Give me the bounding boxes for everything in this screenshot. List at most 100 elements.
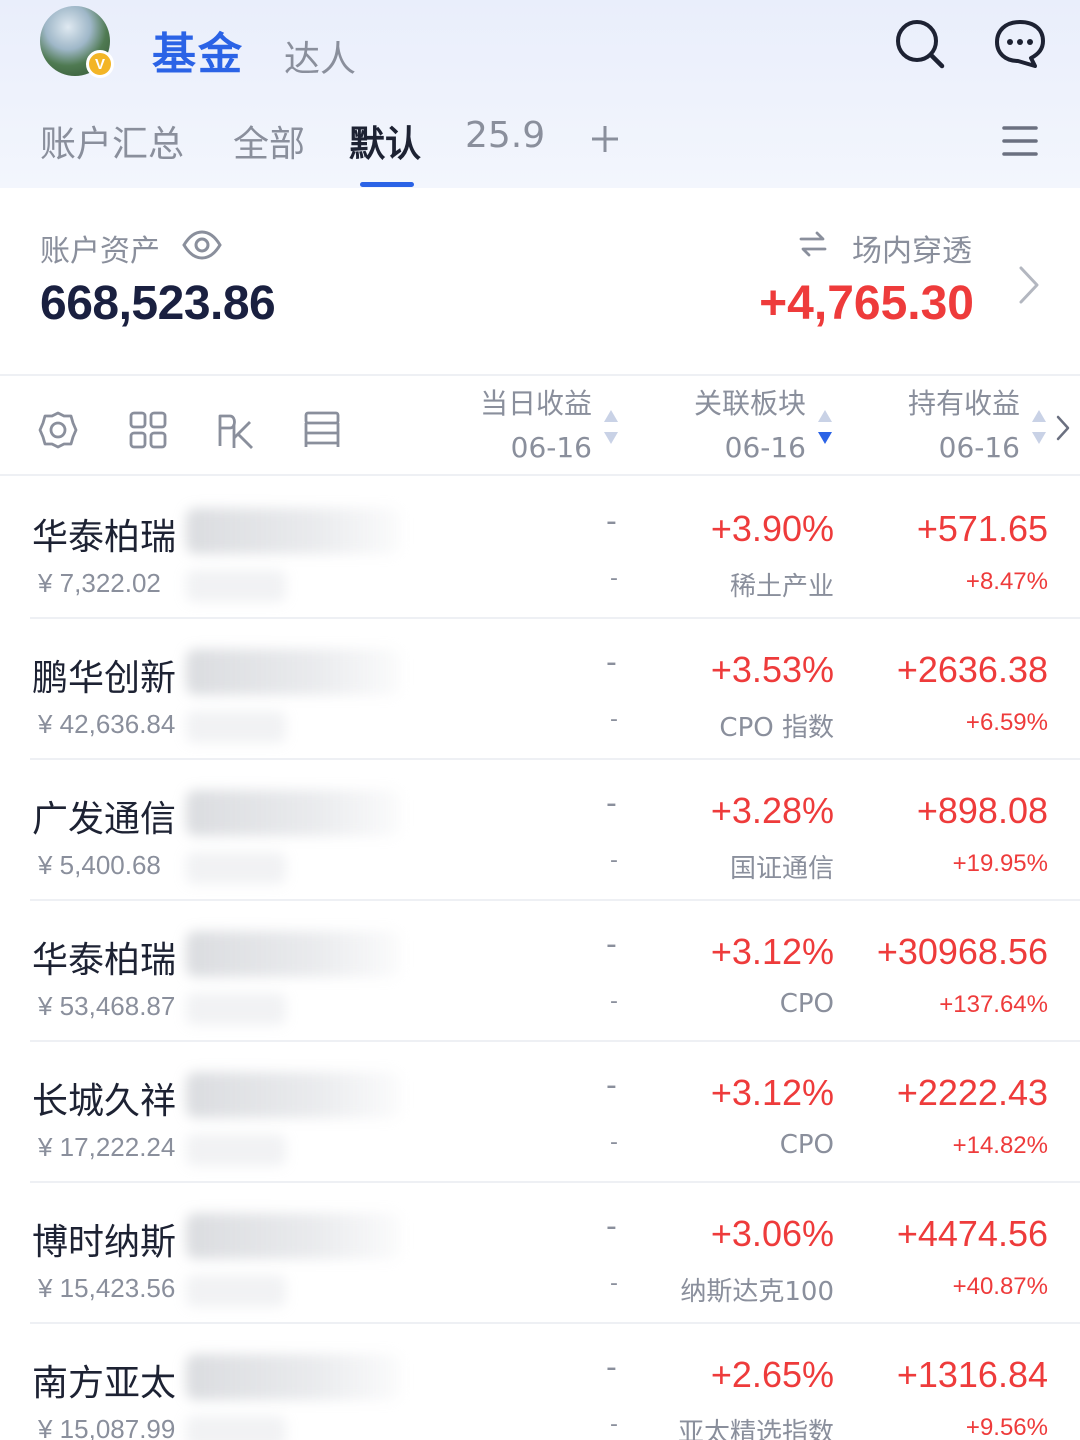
fund-amount: ¥ 53,468.87 bbox=[38, 991, 176, 1021]
sort-icon[interactable] bbox=[602, 408, 620, 448]
fund-name: 博时纳斯 bbox=[32, 1222, 177, 1263]
tab-group-25-9[interactable]: 25.9 bbox=[465, 115, 545, 156]
holding-profit-rate: +40.87% bbox=[952, 1273, 1048, 1300]
tab-account-summary[interactable]: 账户汇总 bbox=[40, 115, 184, 167]
sector-name[interactable]: 纳斯达克100 bbox=[680, 1271, 834, 1308]
fund-name-blurred bbox=[186, 790, 401, 836]
swap-icon[interactable] bbox=[798, 230, 828, 258]
daily-profit-sub: - bbox=[610, 566, 618, 591]
tab-all[interactable]: 全部 bbox=[233, 115, 305, 167]
fund-row[interactable]: 华泰柏瑞 ¥ 53,468.87 - - +3.12% CPO +30968.56 +137.… bbox=[0, 901, 1080, 1042]
sort-icon[interactable] bbox=[1030, 408, 1048, 448]
fund-name: 华泰柏瑞 bbox=[32, 940, 177, 981]
search-icon[interactable] bbox=[890, 14, 950, 74]
holding-profit: +2636.38 bbox=[896, 649, 1048, 690]
fund-name: 鹏华创新 bbox=[32, 658, 177, 699]
sector-name[interactable]: 国证通信 bbox=[730, 848, 834, 885]
daily-profit: - bbox=[606, 1068, 617, 1103]
daily-profit: - bbox=[606, 786, 617, 821]
fund-amount-blurred bbox=[186, 1134, 286, 1166]
holding-profit-date: 06-16 bbox=[938, 431, 1020, 464]
add-group-icon[interactable] bbox=[590, 124, 620, 154]
fund-amount-blurred bbox=[186, 1275, 286, 1307]
sector-name[interactable]: CPO 指数 bbox=[719, 707, 834, 744]
daily-profit-header[interactable]: 当日收益 06-16 bbox=[480, 382, 592, 470]
daily-profit: - bbox=[606, 927, 617, 962]
sector-name[interactable]: 亚太精选指数 bbox=[678, 1412, 834, 1440]
tab-default[interactable]: 默认 bbox=[349, 115, 421, 167]
sort-desc-icon[interactable] bbox=[816, 408, 834, 448]
holding-profit-rate: +14.82% bbox=[952, 1132, 1048, 1159]
sector-name[interactable]: CPO bbox=[780, 989, 834, 1019]
holding-profit-rate: +6.59% bbox=[965, 709, 1048, 736]
daily-profit: - bbox=[606, 645, 617, 680]
sector-date: 06-16 bbox=[724, 431, 806, 464]
sector-change: +3.90% bbox=[710, 508, 834, 549]
holding-profit-rate: +137.64% bbox=[939, 991, 1048, 1018]
sector-change: +2.65% bbox=[710, 1354, 834, 1395]
sector-change: +3.53% bbox=[710, 649, 834, 690]
sector-change: +3.28% bbox=[710, 790, 834, 831]
fund-name: 长城久祥 bbox=[32, 1081, 177, 1122]
daily-profit-sub: - bbox=[610, 707, 618, 732]
fund-amount-blurred bbox=[186, 1416, 286, 1440]
daily-profit-date: 06-16 bbox=[510, 431, 592, 464]
fund-amount: ¥ 5,400.68 bbox=[38, 850, 161, 880]
sector-name[interactable]: CPO bbox=[780, 1130, 834, 1160]
grid-view-icon[interactable] bbox=[128, 410, 168, 450]
message-icon[interactable] bbox=[990, 14, 1050, 74]
holding-profit: +1316.84 bbox=[896, 1354, 1048, 1395]
sector-change: +3.06% bbox=[710, 1213, 834, 1254]
settings-icon[interactable] bbox=[38, 410, 78, 450]
fund-name-blurred bbox=[186, 649, 401, 695]
penetrate-label[interactable]: 场内穿透 bbox=[852, 226, 972, 270]
fund-name-blurred bbox=[186, 931, 401, 977]
page-title[interactable]: 基金 bbox=[152, 18, 244, 82]
fund-row[interactable]: 南方亚太 ¥ 15,087.99 - - +2.65% 亚太精选指数 +1316.84 +9.… bbox=[0, 1324, 1080, 1440]
fund-amount: ¥ 15,087.99 bbox=[38, 1414, 176, 1440]
daily-profit-sub: - bbox=[610, 848, 618, 873]
user-avatar[interactable]: V bbox=[40, 6, 114, 78]
sector-header[interactable]: 关联板块 06-16 bbox=[694, 382, 806, 470]
total-profit: +4,765.30 bbox=[759, 277, 974, 330]
holding-profit-header[interactable]: 持有收益 06-16 bbox=[908, 382, 1020, 470]
menu-icon[interactable] bbox=[1002, 124, 1038, 158]
asset-value: 668,523.86 bbox=[40, 277, 276, 330]
fund-name-blurred bbox=[186, 1213, 401, 1259]
fund-row[interactable]: 鹏华创新 ¥ 42,636.84 - - +3.53% CPO 指数 +2636.38 +6.… bbox=[0, 619, 1080, 760]
fund-amount-blurred bbox=[186, 711, 286, 743]
sector-name[interactable]: 稀土产业 bbox=[730, 566, 834, 603]
daily-profit: - bbox=[606, 504, 617, 539]
daily-profit-sub: - bbox=[610, 989, 618, 1014]
daily-profit-sub: - bbox=[610, 1130, 618, 1155]
eye-icon[interactable] bbox=[182, 228, 222, 262]
column-header-row: 当日收益 06-16 关联板块 06-16 持有收益 06-16 bbox=[0, 376, 1080, 474]
chevron-right-icon[interactable] bbox=[1016, 264, 1042, 306]
holding-profit: +4474.56 bbox=[896, 1213, 1048, 1254]
daily-profit-title: 当日收益 bbox=[479, 387, 592, 420]
holding-profit-rate: +8.47% bbox=[965, 568, 1048, 595]
fund-amount-blurred bbox=[186, 993, 286, 1025]
holding-profit-rate: +9.56% bbox=[965, 1414, 1048, 1440]
holding-profit: +571.65 bbox=[916, 508, 1048, 549]
fund-row[interactable]: 广发通信 ¥ 5,400.68 - - +3.28% 国证通信 +898.08 +19.95% bbox=[0, 760, 1080, 901]
sector-title: 关联板块 bbox=[693, 387, 806, 420]
daily-profit: - bbox=[606, 1209, 617, 1244]
holding-profit-rate: +19.95% bbox=[952, 850, 1048, 877]
list-view-icon[interactable] bbox=[302, 410, 342, 450]
fund-row[interactable]: 博时纳斯 ¥ 15,423.56 - - +3.06% 纳斯达克100 +4474.56 +4… bbox=[0, 1183, 1080, 1324]
sector-change: +3.12% bbox=[710, 1072, 834, 1113]
fund-amount: ¥ 7,322.02 bbox=[38, 568, 161, 598]
daily-profit: - bbox=[606, 1350, 617, 1385]
account-asset-card[interactable]: 账户资产 668,523.86 场内穿透 +4,765.30 bbox=[0, 188, 1080, 374]
pk-compare-icon[interactable] bbox=[216, 410, 256, 450]
group-tabs: 账户汇总 全部 默认 25.9 bbox=[0, 115, 1080, 175]
chevron-right-icon[interactable] bbox=[1054, 414, 1072, 442]
fund-row[interactable]: 华泰柏瑞 ¥ 7,322.02 - - +3.90% 稀土产业 +571.65 +8.47% bbox=[0, 478, 1080, 619]
holding-profit: +898.08 bbox=[916, 790, 1048, 831]
fund-row[interactable]: 长城久祥 ¥ 17,222.24 - - +3.12% CPO +2222.43 +14.82… bbox=[0, 1042, 1080, 1183]
tab-experts[interactable]: 达人 bbox=[284, 30, 356, 82]
fund-amount: ¥ 15,423.56 bbox=[38, 1273, 176, 1303]
fund-name: 南方亚太 bbox=[32, 1363, 177, 1404]
daily-profit-sub: - bbox=[610, 1271, 618, 1296]
